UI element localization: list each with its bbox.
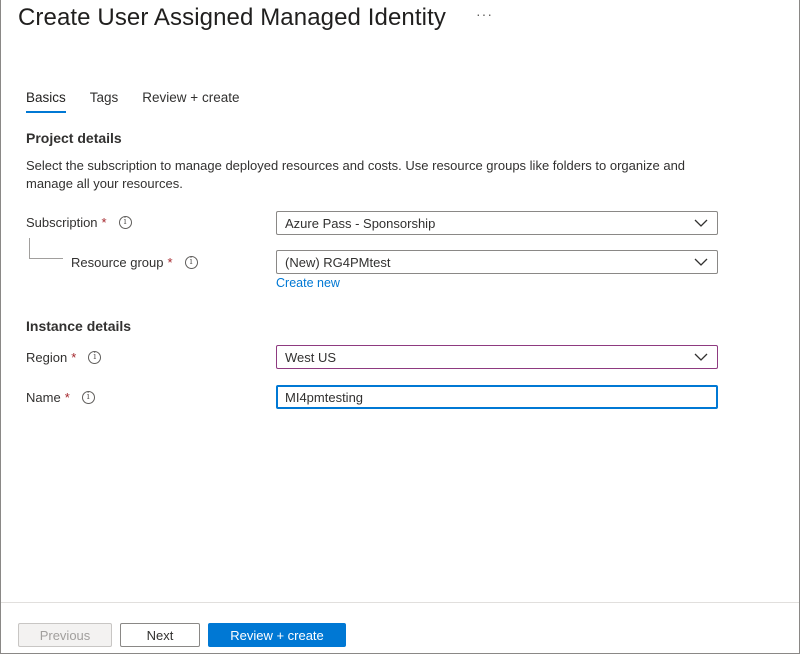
resource-group-label: Resource group * i	[71, 255, 198, 270]
create-new-resource-group-link[interactable]: Create new	[276, 276, 340, 290]
project-details-description: Select the subscription to manage deploy…	[26, 158, 686, 191]
region-label-text: Region	[26, 350, 68, 365]
project-details-heading: Project details	[26, 130, 122, 146]
region-label: Region * i	[26, 350, 102, 365]
required-marker: *	[167, 255, 173, 270]
subscription-dropdown[interactable]: Azure Pass - Sponsorship	[276, 211, 718, 235]
region-dropdown[interactable]: West US	[276, 345, 718, 369]
tree-connector	[29, 238, 63, 259]
subscription-label: Subscription * i	[26, 215, 132, 230]
chevron-down-icon	[694, 219, 708, 227]
name-label-text: Name	[26, 390, 61, 405]
more-actions-icon[interactable]: ···	[476, 6, 493, 22]
info-icon[interactable]: i	[88, 351, 102, 364]
tab-review-create[interactable]: Review + create	[142, 90, 239, 111]
required-marker: *	[101, 215, 107, 230]
next-button[interactable]: Next	[120, 623, 200, 647]
info-icon[interactable]: i	[81, 391, 95, 404]
resource-group-label-text: Resource group	[71, 255, 164, 270]
tab-tags[interactable]: Tags	[90, 90, 119, 111]
tab-basics[interactable]: Basics	[26, 90, 66, 113]
page-title: Create User Assigned Managed Identity	[18, 4, 446, 31]
region-value: West US	[285, 349, 337, 365]
subscription-label-text: Subscription	[26, 215, 98, 230]
previous-button[interactable]: Previous	[18, 623, 112, 647]
resource-group-dropdown[interactable]: (New) RG4PMtest	[276, 250, 718, 274]
info-icon[interactable]: i	[184, 256, 198, 269]
chevron-down-icon	[694, 353, 708, 361]
tab-strip: Basics Tags Review + create	[26, 90, 263, 113]
resource-group-value: (New) RG4PMtest	[285, 254, 391, 270]
required-marker: *	[71, 350, 77, 365]
name-label: Name * i	[26, 390, 95, 405]
required-marker: *	[64, 390, 70, 405]
name-input[interactable]	[276, 385, 718, 409]
review-create-button[interactable]: Review + create	[208, 623, 346, 647]
instance-details-heading: Instance details	[26, 318, 132, 334]
subscription-value: Azure Pass - Sponsorship	[285, 215, 436, 231]
info-icon[interactable]: i	[118, 216, 132, 229]
chevron-down-icon	[694, 258, 708, 266]
